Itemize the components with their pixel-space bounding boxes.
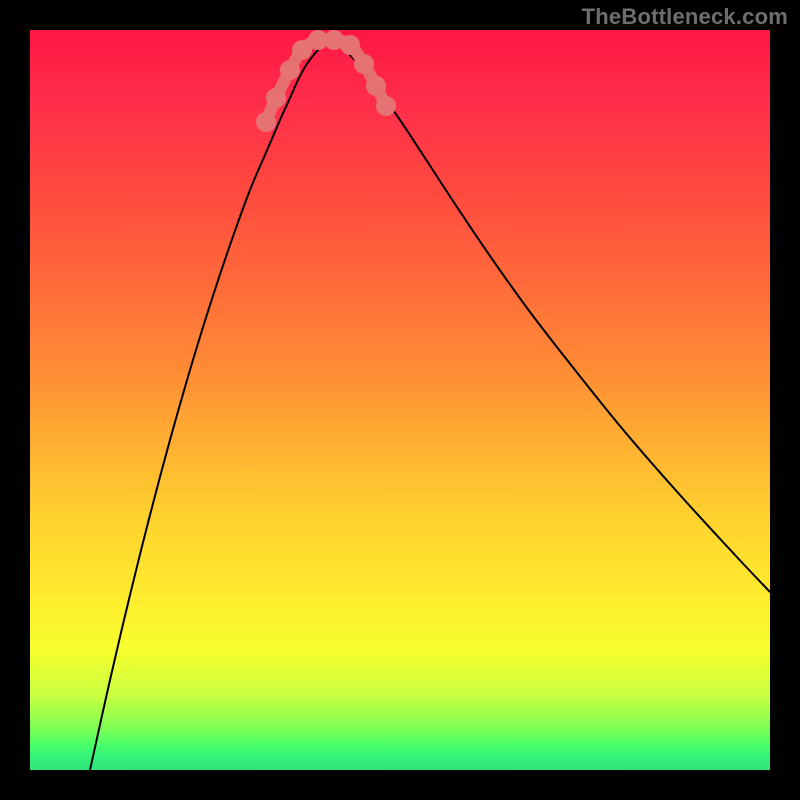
marker-dot [366, 76, 386, 96]
marker-dot [280, 60, 300, 80]
chart-frame: TheBottleneck.com [0, 0, 800, 800]
curve-left-curve [90, 40, 330, 770]
marker-layer [256, 30, 396, 132]
curve-layer [90, 40, 770, 770]
chart-svg [30, 30, 770, 770]
curve-right-curve [330, 40, 770, 592]
marker-dot [354, 54, 374, 74]
marker-dot [340, 35, 360, 55]
marker-dot [376, 96, 396, 116]
marker-dot [266, 88, 286, 108]
watermark-text: TheBottleneck.com [582, 4, 788, 30]
plot-area [30, 30, 770, 770]
marker-dot [256, 112, 276, 132]
